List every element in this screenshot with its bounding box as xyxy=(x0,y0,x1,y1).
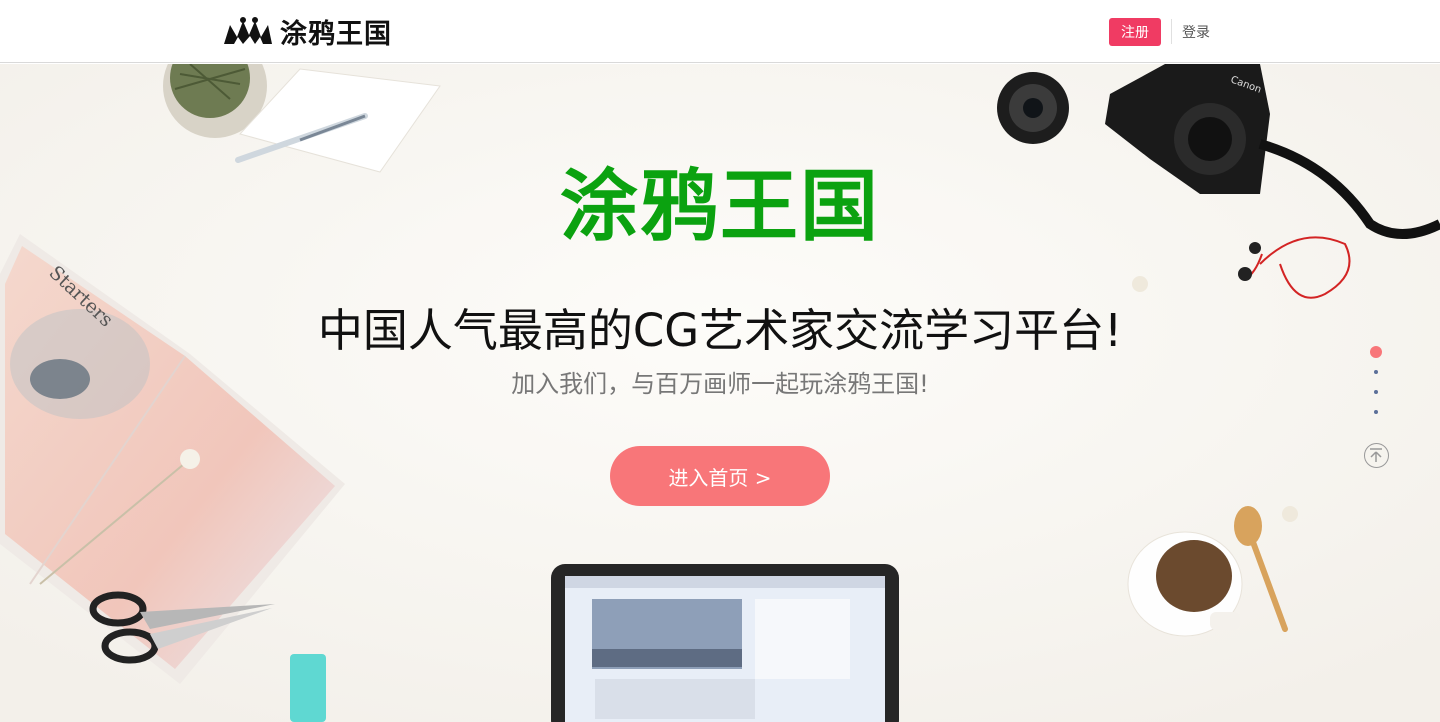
header-divider xyxy=(1171,19,1172,44)
carousel-dot-1[interactable] xyxy=(1370,346,1382,358)
back-to-top-button[interactable] xyxy=(1364,443,1389,468)
hero-subtitle: 加入我们，与百万画师一起玩涂鸦王国! xyxy=(511,370,929,398)
enter-home-button[interactable]: 进入首页 > xyxy=(610,446,830,506)
crown-mountain-logo-icon xyxy=(224,17,272,44)
coffee-cup xyxy=(1127,531,1243,637)
hero-title: 涂鸦王国 xyxy=(559,162,880,252)
eraser xyxy=(290,654,326,722)
camera-lens xyxy=(997,72,1069,144)
login-link[interactable]: 登录 xyxy=(1182,22,1210,42)
carousel-dot-4[interactable] xyxy=(1374,410,1378,414)
register-button[interactable]: 注册 xyxy=(1109,18,1161,46)
arrow-up-circle-icon xyxy=(1370,448,1382,462)
laptop xyxy=(551,564,899,722)
top-header: 涂鸦王国 注册 登录 xyxy=(0,0,1440,63)
hero-banner: Starters Canon 涂鸦王国 中国人气最高的CG艺术家交流学习平台! … xyxy=(0,64,1440,722)
site-logo[interactable]: 涂鸦王国 xyxy=(222,13,392,50)
hero-slogan: 中国人气最高的CG艺术家交流学习平台! xyxy=(317,304,1123,357)
carousel-dot-2[interactable] xyxy=(1374,370,1378,374)
carousel-dot-3[interactable] xyxy=(1374,390,1378,394)
logo-text: 涂鸦王国 xyxy=(280,18,392,50)
